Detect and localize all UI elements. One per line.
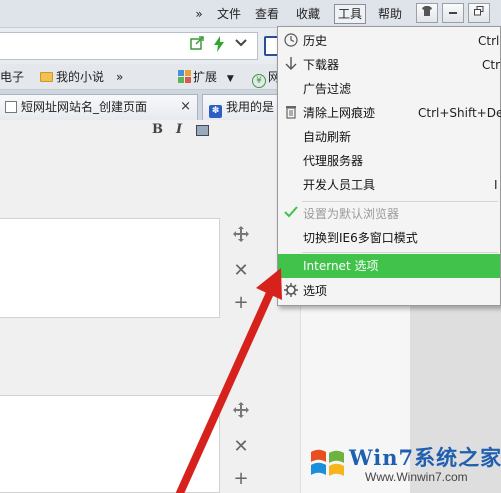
bookmark-extensions[interactable]: 扩展 ▼ (178, 69, 234, 85)
delete-icon[interactable]: ✕ (230, 436, 252, 458)
download-arrow-icon (283, 57, 299, 73)
chevron-down-icon[interactable] (232, 36, 250, 54)
shirt-icon (421, 6, 433, 19)
lightning-icon[interactable] (210, 36, 228, 54)
watermark: Win7系统之家 Www.Winwin7.com (305, 442, 501, 493)
checkmark-icon (283, 206, 299, 222)
skin-button[interactable] (416, 3, 438, 23)
bookmark-ebook[interactable]: 电子 (0, 69, 24, 85)
menu-item-options[interactable]: 选项 (278, 279, 500, 303)
bookmark-my-novels[interactable]: 我的小说 (40, 69, 104, 85)
menu-favorites[interactable]: 收藏 (292, 4, 324, 24)
gear-icon (283, 283, 299, 299)
tools-menu: 历史 Ctrl 下载器 Ctr 广告过滤 清除上网痕迹 Ctrl+Shift+D… (277, 26, 501, 306)
menu-item-ad-filter[interactable]: 广告过滤 (278, 77, 500, 101)
tab-close-icon[interactable]: × (180, 95, 191, 119)
menu-overflow-chevron[interactable]: » (191, 4, 207, 24)
tab-short-url-create[interactable]: 短网址网站名_创建页面 × (0, 94, 198, 120)
menu-item-dev-tools[interactable]: 开发人员工具 I (278, 173, 500, 197)
move-icon[interactable] (230, 226, 252, 248)
clock-icon (283, 33, 299, 49)
add-icon[interactable]: + (230, 468, 252, 490)
italic-button[interactable]: I (176, 122, 182, 137)
move-icon[interactable] (230, 402, 252, 424)
restore-icon (474, 6, 484, 19)
windows-logo-icon (309, 444, 347, 485)
menu-file[interactable]: 文件 (214, 4, 244, 24)
extensions-icon (178, 70, 191, 87)
paw-icon: ✽ (209, 105, 222, 118)
bookmarks-overflow-chevron[interactable]: » (116, 69, 123, 85)
menu-separator (302, 252, 498, 253)
menu-tools[interactable]: 工具 (334, 4, 366, 24)
image-icon[interactable] (196, 125, 209, 136)
editor-toolbar: B I (130, 122, 220, 140)
restore-button[interactable] (468, 3, 490, 23)
trash-icon (283, 105, 299, 121)
share-icon[interactable] (188, 36, 206, 54)
title-bar: » 文件 查看 收藏 工具 帮助 (0, 0, 501, 28)
watermark-url: Www.Winwin7.com (365, 470, 468, 484)
menu-item-history[interactable]: 历史 Ctrl (278, 29, 500, 53)
menu-view[interactable]: 查看 (252, 4, 282, 24)
minimize-button[interactable] (442, 3, 464, 23)
minimize-icon (448, 6, 458, 19)
menu-item-auto-refresh[interactable]: 自动刷新 (278, 125, 500, 149)
dropdown-caret-icon: ▼ (226, 74, 234, 84)
menu-item-set-default: 设置为默认浏览器 (278, 202, 500, 226)
yen-icon: ¥ (252, 74, 266, 88)
content-block-2[interactable] (0, 395, 220, 493)
menu-item-internet-options[interactable]: Internet 选项 (278, 254, 500, 278)
page-icon (5, 101, 17, 113)
menu-item-downloader[interactable]: 下载器 Ctr (278, 53, 500, 77)
menu-help[interactable]: 帮助 (374, 4, 406, 24)
menu-item-clear-traces[interactable]: 清除上网痕迹 Ctrl+Shift+Del (278, 101, 501, 125)
delete-icon[interactable]: ✕ (230, 260, 252, 282)
watermark-title: Win7系统之家 (349, 445, 501, 470)
content-block-1[interactable] (0, 218, 220, 318)
add-icon[interactable]: + (230, 292, 252, 314)
menu-item-proxy[interactable]: 代理服务器 (278, 149, 500, 173)
folder-icon (40, 72, 53, 82)
bookmark-web[interactable]: ¥ 网 (252, 69, 280, 88)
menu-item-ie6-mode[interactable]: 切换到IE6多窗口模式 (278, 226, 500, 250)
bold-button[interactable]: B (152, 122, 163, 137)
